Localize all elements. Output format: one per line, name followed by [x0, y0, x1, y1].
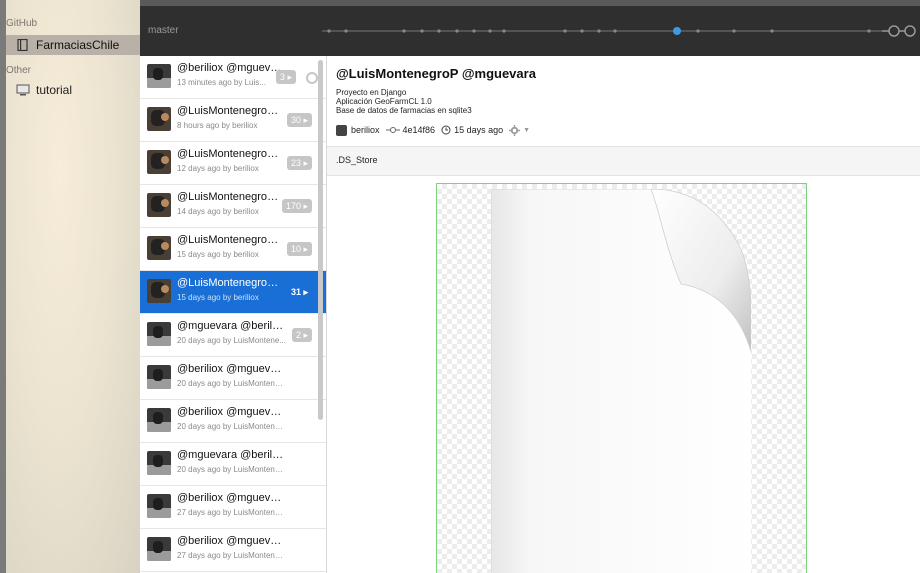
loading-ring-icon: [306, 72, 318, 84]
file-count-badge[interactable]: 2 ▸: [291, 328, 312, 342]
commit-row[interactable]: @beriliox @mguevara 27 days ago by LuisM…: [140, 529, 326, 572]
sidebar-item-label: tutorial: [36, 83, 73, 97]
sidebar: GitHub FarmaciasChile Other tutorial: [0, 0, 140, 573]
commit-graph[interactable]: [192, 6, 920, 56]
document-icon: [491, 189, 751, 573]
commit-title: @beriliox @mguevara: [177, 535, 285, 547]
avatar: [147, 150, 171, 174]
avatar: [147, 279, 171, 303]
file-name: .DS_Store: [336, 155, 378, 165]
commit-detail: @LuisMontenegroP @mguevara Proyecto en D…: [327, 56, 920, 573]
file-count-badge[interactable]: 10 ▸: [286, 242, 312, 256]
commit-row[interactable]: @mguevara @beriliox 20 days ago by LuisM…: [140, 314, 326, 357]
commit-row[interactable]: @LuisMontenegroP @m... 15 days ago by be…: [140, 228, 326, 271]
commit-message-line: Base de datos de farmacias en sqlite3: [336, 106, 472, 115]
gear-icon[interactable]: [509, 124, 521, 136]
commit-subtitle: 15 days ago by beriliox: [177, 293, 259, 302]
file-count-badge[interactable]: 3 ▸: [275, 70, 296, 84]
file-count-badge[interactable]: 23 ▸: [286, 156, 312, 170]
avatar: [147, 64, 171, 88]
commit-title: @mguevara @beriliox: [177, 449, 285, 461]
commit-title: @LuisMontenegroP @m...: [177, 105, 285, 117]
sidebar-item-farmaciaschile[interactable]: FarmaciasChile: [6, 35, 140, 55]
sidebar-section-github: GitHub: [6, 18, 38, 29]
commit-subtitle: 14 days ago by beriliox: [177, 207, 259, 216]
commit-subtitle: 12 days ago by beriliox: [177, 164, 259, 173]
commit-date: 15 days ago: [454, 125, 504, 135]
commit-icon: [385, 127, 400, 133]
computer-icon: [16, 84, 30, 96]
avatar: [147, 193, 171, 217]
commit-detail-title: @LuisMontenegroP @mguevara: [336, 66, 536, 81]
commit-row[interactable]: @beriliox @mguevara 13 minutes ago by Lu…: [140, 56, 326, 99]
avatar: [147, 451, 171, 475]
sidebar-item-label: FarmaciasChile: [36, 38, 120, 52]
file-count-badge[interactable]: 31 ▸: [287, 285, 312, 299]
branch-label[interactable]: master: [148, 25, 179, 36]
commit-title: @LuisMontenegroP @m...: [177, 148, 285, 160]
avatar: [147, 107, 171, 131]
commit-meta: beriliox 4e14f86 15 days ago ▼: [336, 123, 536, 137]
commit-title: @beriliox @mguevara: [177, 363, 285, 375]
commit-title: @beriliox @mguevara: [177, 62, 285, 74]
file-count-badge[interactable]: 30 ▸: [286, 113, 312, 127]
branch-graph-bar: master: [140, 6, 920, 56]
avatar: [147, 365, 171, 389]
author-avatar: [336, 124, 347, 136]
commit-title: @LuisMontenegroP @...: [177, 191, 285, 203]
commit-sha[interactable]: 4e14f86: [403, 125, 436, 135]
file-count-badge[interactable]: 170 ▸: [281, 199, 312, 213]
avatar: [147, 322, 171, 346]
sidebar-item-tutorial[interactable]: tutorial: [6, 80, 140, 100]
commit-subtitle: 8 hours ago by beriliox: [177, 121, 258, 130]
commit-subtitle: 20 days ago by LuisMontenegroP: [177, 379, 287, 388]
commit-subtitle: 13 minutes ago by Luis...: [177, 78, 266, 87]
commit-row[interactable]: @beriliox @mguevara 20 days ago by LuisM…: [140, 357, 326, 400]
clock-icon: [441, 125, 451, 135]
commit-row[interactable]: @mguevara @beriliox 20 days ago by LuisM…: [140, 443, 326, 486]
commit-message-line: Proyecto en Django: [336, 88, 407, 97]
commit-subtitle: 20 days ago by LuisMontenegroP: [177, 422, 287, 431]
commit-list[interactable]: @beriliox @mguevara 13 minutes ago by Lu…: [140, 56, 327, 573]
commit-message: Proyecto en Django Aplicación GeoFarmCL …: [336, 88, 472, 115]
avatar: [147, 494, 171, 518]
repo-icon: [17, 39, 28, 51]
commit-row[interactable]: @beriliox @mguevara 27 days ago by LuisM…: [140, 486, 326, 529]
sidebar-section-other: Other: [6, 65, 32, 76]
commit-title: @mguevara @beriliox: [177, 320, 285, 332]
file-preview: [436, 183, 807, 573]
avatar: [147, 408, 171, 432]
commit-message-line: Aplicación GeoFarmCL 1.0: [336, 97, 432, 106]
current-commit-dot: [673, 27, 681, 35]
commit-title: @LuisMontenegroP @m...: [177, 234, 285, 246]
commit-row[interactable]: @LuisMontenegroP @m... 8 hours ago by be…: [140, 99, 326, 142]
commit-author[interactable]: beriliox: [351, 125, 380, 135]
commit-row-selected[interactable]: @LuisMontenegroP @m... 15 days ago by be…: [140, 271, 326, 314]
commit-title: @LuisMontenegroP @m...: [177, 277, 285, 289]
list-scrollbar[interactable]: [318, 60, 323, 420]
chevron-down-icon[interactable]: ▼: [523, 127, 530, 134]
avatar: [147, 537, 171, 561]
commit-row[interactable]: @LuisMontenegroP @... 14 days ago by ber…: [140, 185, 326, 228]
commit-subtitle: 27 days ago by LuisMontenegroP: [177, 551, 287, 560]
commit-title: @beriliox @mguevara: [177, 492, 285, 504]
commit-row[interactable]: @beriliox @mguevara 20 days ago by LuisM…: [140, 400, 326, 443]
file-header[interactable]: .DS_Store: [327, 146, 920, 176]
commit-row[interactable]: @LuisMontenegroP @m... 12 days ago by be…: [140, 142, 326, 185]
commit-subtitle: 15 days ago by beriliox: [177, 250, 259, 259]
commit-subtitle: 27 days ago by LuisMontenegroP: [177, 508, 287, 517]
commit-subtitle: 20 days ago by LuisMontene...: [177, 336, 286, 345]
commit-title: @beriliox @mguevara: [177, 406, 285, 418]
avatar: [147, 236, 171, 260]
app-window: GitHub FarmaciasChile Other tutorial mas…: [0, 0, 920, 573]
commit-subtitle: 20 days ago by LuisMontenegroP: [177, 465, 287, 474]
